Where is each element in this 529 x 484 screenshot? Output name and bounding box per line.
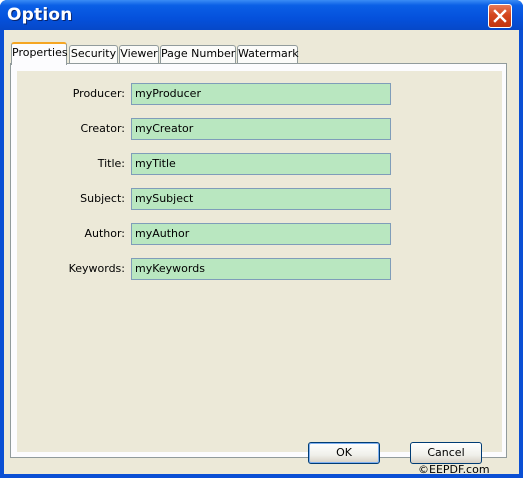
dialog-body: Properties Security Viewer Page Number W… [4, 30, 519, 474]
author-field[interactable]: myAuthor [131, 223, 391, 245]
tab-viewer[interactable]: Viewer [119, 45, 159, 63]
tab-page-number[interactable]: Page Number [160, 45, 236, 63]
properties-form: Producer: myProducer Creator: myCreator … [17, 71, 502, 452]
watermark-text: ©EEPDF.com [418, 463, 490, 476]
properties-panel: Producer: myProducer Creator: myCreator … [10, 63, 507, 458]
title-label: Title: [97, 157, 125, 170]
tab-watermark[interactable]: Watermark [237, 45, 299, 63]
creator-field[interactable]: myCreator [131, 118, 391, 140]
producer-label: Producer: [72, 87, 125, 100]
keywords-field[interactable]: myKeywords [131, 258, 391, 280]
creator-label: Creator: [80, 122, 125, 135]
title-field[interactable]: myTitle [131, 153, 391, 175]
tab-security[interactable]: Security [69, 45, 118, 63]
ok-button[interactable]: OK [308, 442, 380, 464]
close-icon [493, 9, 507, 23]
title-bar[interactable]: Option [0, 0, 523, 30]
subject-label: Subject: [80, 192, 125, 205]
cancel-button[interactable]: Cancel [410, 442, 482, 464]
close-button[interactable] [488, 4, 512, 28]
producer-field[interactable]: myProducer [131, 83, 391, 105]
tab-properties[interactable]: Properties [11, 42, 68, 65]
window-title: Option [7, 5, 73, 25]
author-label: Author: [84, 227, 125, 240]
keywords-label: Keywords: [68, 262, 125, 275]
option-dialog: Option Properties Security Viewer Page N… [0, 0, 523, 478]
subject-field[interactable]: mySubject [131, 188, 391, 210]
